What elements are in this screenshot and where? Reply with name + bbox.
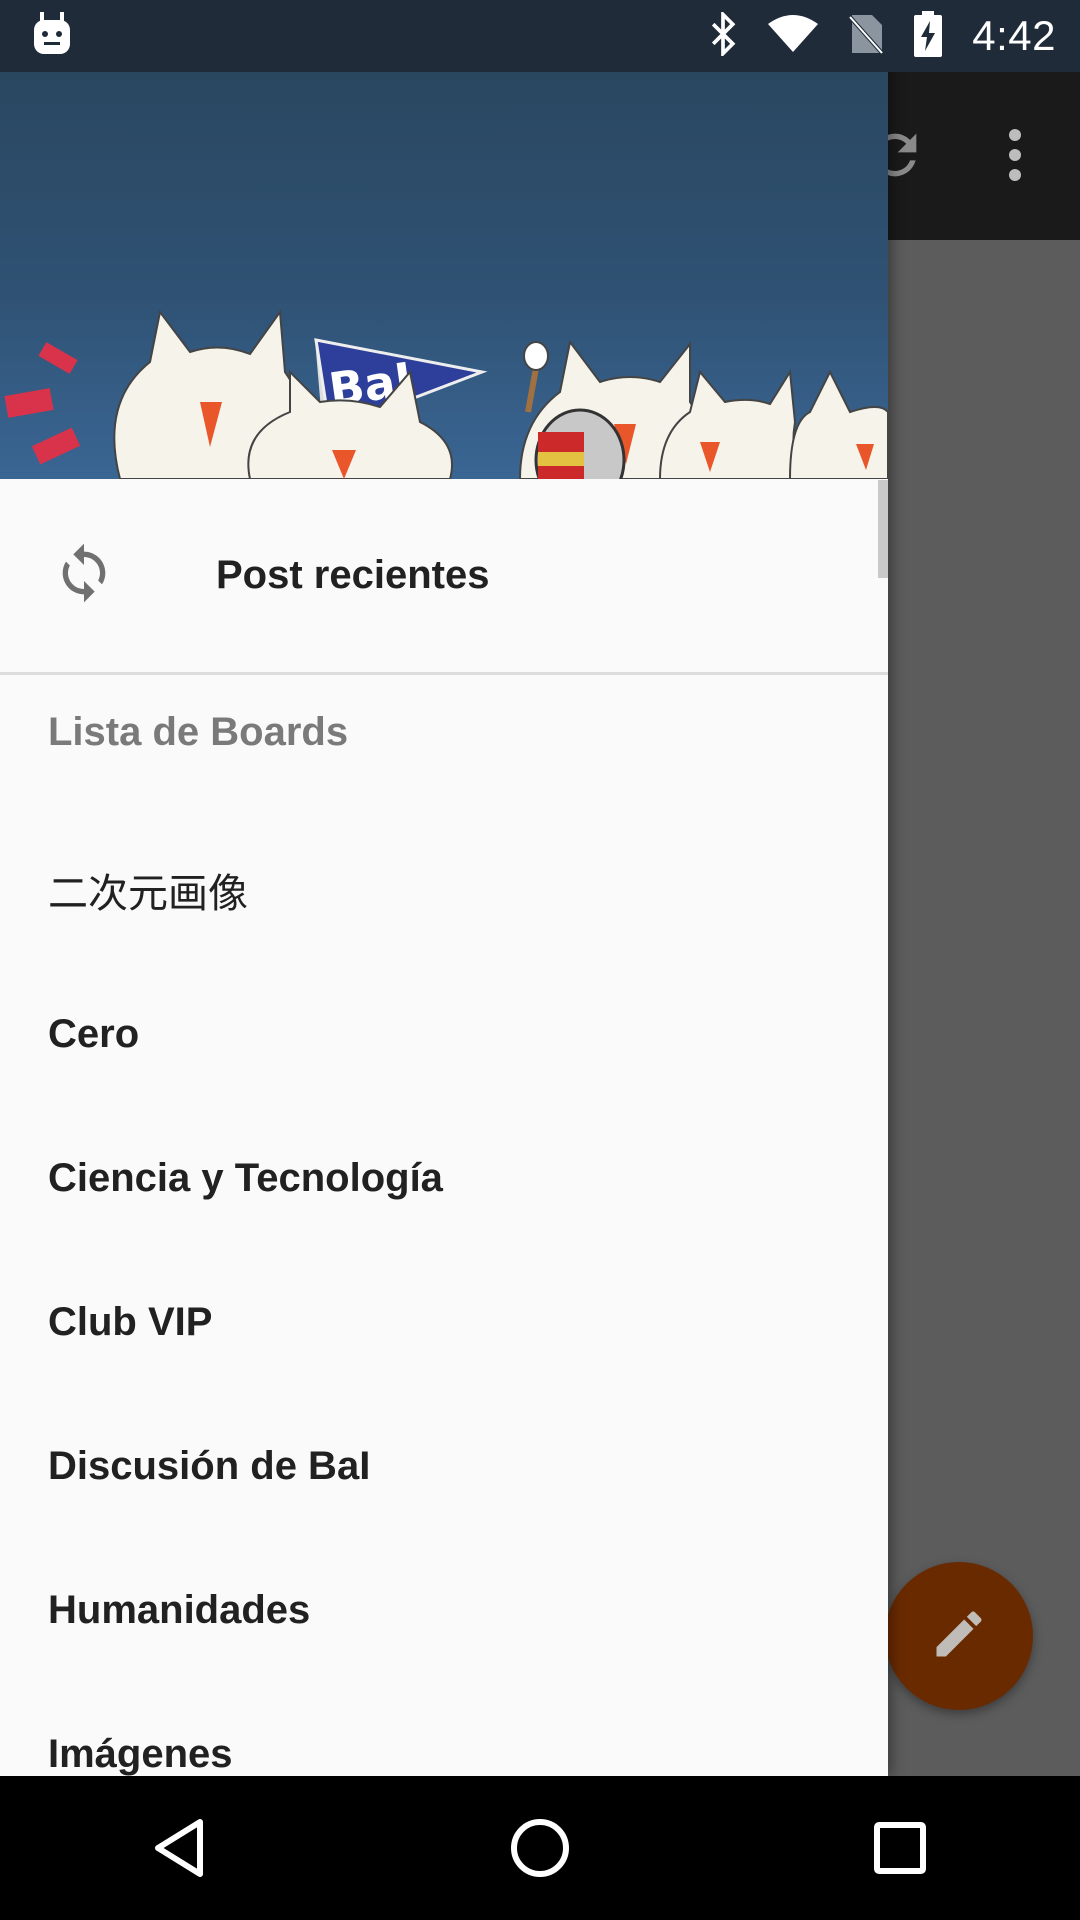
compose-fab-button[interactable]: [885, 1562, 1033, 1710]
recents-icon[interactable]: [840, 1788, 960, 1908]
board-list: 二次元画像 Cero Ciencia y Tecnología Club VIP…: [0, 818, 888, 1776]
more-vert-icon[interactable]: [985, 115, 1045, 195]
battery-charging-icon: [914, 10, 943, 62]
board-item-label: 二次元画像: [48, 871, 248, 917]
board-item-label: Humanidades: [48, 1587, 311, 1632]
boards-section-title: Lista de Boards: [48, 710, 349, 754]
board-item-label: Club VIP: [48, 1299, 213, 1344]
board-item[interactable]: Club VIP: [0, 1250, 888, 1394]
android-notification-icon: [32, 12, 72, 61]
sync-icon: [52, 537, 116, 609]
wifi-icon: [768, 14, 819, 59]
board-item[interactable]: 二次元画像: [0, 818, 888, 962]
board-item[interactable]: Cero: [0, 962, 888, 1106]
recent-posts-label: Post recientes: [216, 553, 490, 597]
recent-posts-item[interactable]: Post recientes: [0, 479, 888, 672]
board-item-label: Imágenes: [48, 1731, 233, 1776]
system-navigation-bar: [0, 1776, 1080, 1920]
board-item[interactable]: Discusión de BaI: [0, 1394, 888, 1538]
bluetooth-icon: [708, 9, 738, 61]
board-item-label: Cero: [48, 1011, 140, 1056]
divider: [0, 672, 888, 675]
drawer-header-banner: BaI: [0, 72, 888, 479]
no-sim-icon: [848, 13, 884, 60]
status-time: 4:42: [972, 12, 1056, 59]
board-item-label: Ciencia y Tecnología: [48, 1155, 443, 1200]
board-item[interactable]: Ciencia y Tecnología: [0, 1106, 888, 1250]
screen: 4:42 BaI Post recientes Lista de Boards …: [0, 0, 1080, 1920]
back-icon[interactable]: [120, 1788, 240, 1908]
home-icon[interactable]: [480, 1788, 600, 1908]
cats-banner-illustration: BaI: [4, 309, 888, 479]
board-item-label: Discusión de BaI: [48, 1443, 371, 1488]
edit-pencil-icon: [929, 1604, 989, 1669]
board-item[interactable]: Imágenes: [0, 1682, 888, 1776]
status-bar: 4:42: [0, 0, 1080, 72]
board-item[interactable]: Humanidades: [0, 1538, 888, 1682]
navigation-drawer: BaI Post recientes Lista de Boards 二次元画像…: [0, 0, 888, 1776]
